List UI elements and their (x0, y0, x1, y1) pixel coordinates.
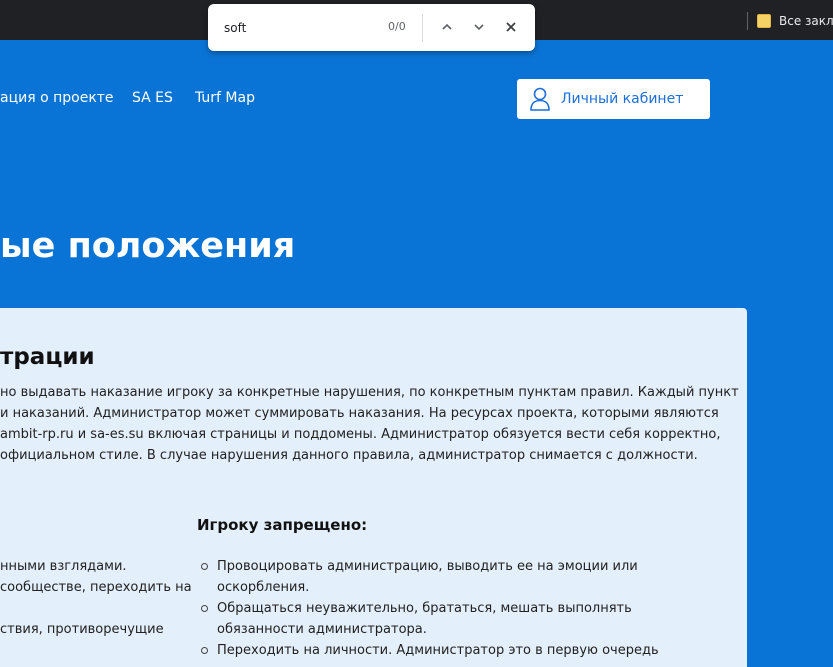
list-item: Переходить на личности. Администратор эт… (197, 640, 737, 661)
find-match-count: 0/0 (388, 20, 406, 33)
section-title: трации (0, 344, 95, 370)
intro-line: официальном стиле. В случае нарушения да… (0, 448, 698, 463)
list-item: Провоцировать администрацию, выводить ее… (197, 556, 737, 598)
rule-line: Переходить на личности. Администратор эт… (217, 643, 659, 658)
chevron-up-icon (442, 23, 452, 30)
intro-line: но выдавать наказание игроку за конкретн… (0, 385, 739, 400)
nav-item-sa-es[interactable]: SA ES (132, 90, 173, 106)
close-icon (506, 22, 516, 32)
bookmarks-label: Все закла (779, 14, 833, 28)
left-line: сообществе, переходить на (0, 580, 192, 595)
intro-line: и наказаний. Администратор может суммиро… (0, 406, 719, 421)
player-forbidden-title: Игроку запрещено: (197, 516, 368, 534)
nav-item-project-info[interactable]: ация о проекте (0, 90, 114, 106)
find-bar: 0/0 (208, 4, 535, 51)
page-title: ые положения (0, 226, 296, 266)
bookmarks-folder[interactable]: Все закла (757, 12, 833, 30)
intro-line: ambit-rp.ru и sa-es.su включая страницы … (0, 427, 721, 442)
find-close-button[interactable] (500, 16, 522, 38)
chevron-down-icon (474, 24, 484, 31)
rule-line: Провоцировать администрацию, выводить ее… (217, 559, 638, 574)
user-icon (530, 87, 550, 111)
player-rules-list: Провоцировать администрацию, выводить ее… (197, 556, 737, 661)
find-previous-button[interactable] (436, 16, 458, 38)
list-item: Обращаться неуважительно, брататься, меш… (197, 598, 737, 640)
left-line: ствия, противоречущие (0, 622, 164, 637)
find-input[interactable] (224, 18, 374, 38)
toolbar-divider (747, 12, 748, 30)
nav-item-turf-map[interactable]: Turf Map (195, 90, 255, 106)
left-line: нными взглядами. (0, 559, 127, 574)
left-line (0, 598, 192, 619)
left-column-text: нными взглядами. сообществе, переходить … (0, 556, 192, 640)
rule-line: Обращаться неуважительно, брататься, меш… (217, 601, 632, 616)
find-next-button[interactable] (468, 16, 490, 38)
personal-cabinet-button[interactable]: Личный кабинет (517, 79, 710, 119)
personal-cabinet-label: Личный кабинет (561, 91, 684, 107)
folder-icon (757, 14, 771, 28)
rule-line: обязанности администратора. (217, 622, 427, 637)
intro-paragraph: но выдавать наказание игроку за конкретн… (0, 382, 740, 466)
rule-line: оскорбления. (217, 580, 310, 595)
content-card: трации но выдавать наказание игроку за к… (0, 308, 747, 667)
find-divider (422, 14, 423, 42)
